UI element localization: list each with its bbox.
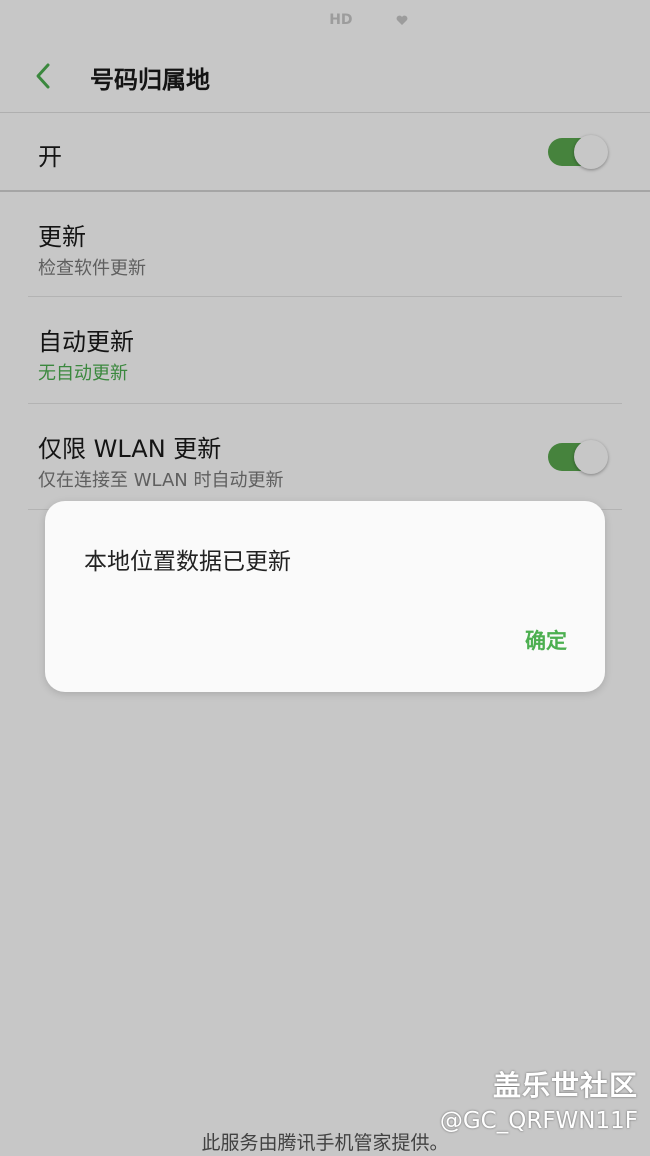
watermark-title: 盖乐世社区 bbox=[492, 1069, 638, 1102]
watermark: 盖乐世社区 @GC_QRFWN11F bbox=[440, 1064, 638, 1134]
watermark-handle: @GC_QRFWN11F bbox=[439, 1108, 638, 1134]
screen: 0.11K/s HD E 4G 89% 08:41 号码归属地 开 更新 检查软… bbox=[0, 0, 650, 1156]
dialog-message: 本地位置数据已更新 bbox=[84, 549, 291, 575]
confirm-button[interactable]: 确定 bbox=[525, 625, 567, 655]
update-dialog: 本地位置数据已更新 确定 bbox=[45, 501, 605, 692]
